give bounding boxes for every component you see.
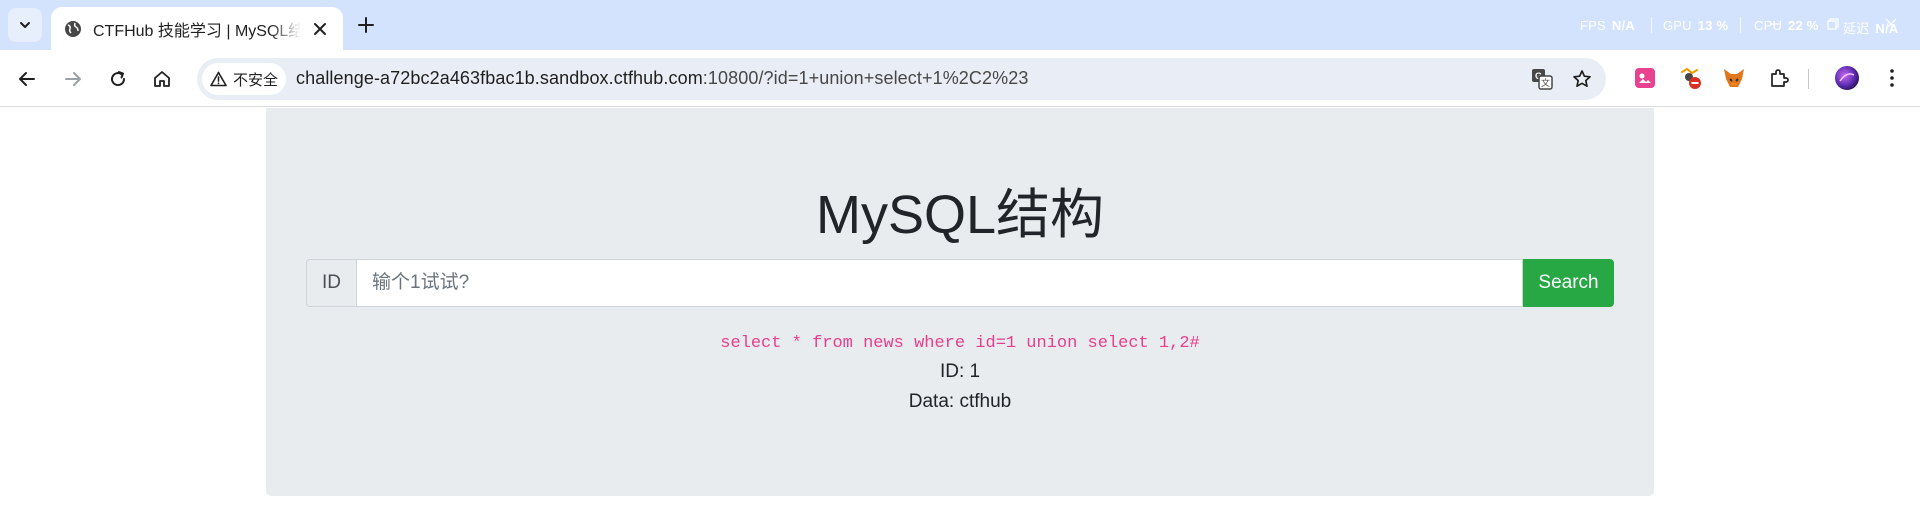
extensions-button[interactable] [1764,63,1794,93]
plus-icon [358,17,374,33]
security-label: 不安全 [233,71,279,89]
profile-avatar[interactable] [1832,63,1862,93]
kebab-menu-icon [1890,69,1894,87]
sql-query: select * from news where id=1 union sele… [720,334,1200,353]
url-text[interactable]: challenge-a72bc2a463fbac1b.sandbox.ctfhu… [296,68,1028,89]
close-icon[interactable] [309,18,331,40]
browser-toolbar: 不安全 challenge-a72bc2a463fbac1b.sandbox.c… [0,50,1920,107]
search-button[interactable]: Search [1523,259,1614,307]
web-page: MySQL结构 ID Search select * from news whe… [0,108,1920,521]
globe-icon [64,20,82,38]
restore-icon [1827,18,1839,30]
translate-button[interactable]: G 文 [1529,66,1555,92]
tab-strip: CTFHub 技能学习 | MySQL结构 FPS N/A GPU 13 % CPU… [0,0,1920,50]
browser-tab-active[interactable]: CTFHub 技能学习 | MySQL结构 [51,7,343,50]
id-label: ID [306,259,356,307]
gpu-readout: GPU 13 % [1663,18,1728,33]
result-data: Data: ctfhub [908,391,1012,412]
reload-button[interactable] [102,63,134,95]
toolbar-divider [1808,69,1809,89]
translate-icon: G 文 [1532,69,1553,90]
perf-divider [1651,17,1652,33]
minimize-button[interactable] [1764,13,1786,35]
perf-divider [1740,17,1741,33]
close-window-button[interactable] [1880,13,1902,35]
warning-icon [210,71,227,87]
latency-label: 延迟 [1843,21,1870,36]
security-chip[interactable]: 不安全 [202,63,286,95]
url-path: :10800/?id=1+union+select+1%2C2%23 [702,68,1029,88]
extension-button-fox[interactable] [1719,63,1749,93]
extension-button-blocked[interactable] [1675,63,1705,93]
page-title: MySQL结构 [815,185,1105,245]
home-icon [154,71,170,87]
back-arrow-icon [19,72,35,86]
svg-text:文: 文 [1541,77,1550,89]
forward-button[interactable] [57,63,89,95]
fps-readout: FPS N/A [1580,18,1635,33]
gpu-label: GPU [1663,18,1692,33]
pink-extension-icon [1635,68,1655,88]
home-button[interactable] [146,63,178,95]
extension-button-pink[interactable] [1630,63,1660,93]
search-form: ID Search [306,259,1614,307]
tab-title: CTFHub 技能学习 | MySQL结构 [93,22,301,40]
id-input[interactable] [356,259,1523,307]
close-icon [1885,18,1897,30]
chevron-down-icon [20,22,30,28]
reload-icon [111,71,126,87]
fps-value: N/A [1611,18,1635,33]
result-id: ID: 1 [939,361,981,382]
minimize-icon [1770,23,1780,25]
jumbotron: MySQL结构 ID Search select * from news whe… [266,108,1654,496]
fps-label: FPS [1580,18,1606,33]
back-button[interactable] [11,63,43,95]
avatar-icon [1835,66,1859,90]
address-bar[interactable]: 不安全 challenge-a72bc2a463fbac1b.sandbox.c… [197,58,1606,100]
restore-button[interactable] [1822,13,1844,35]
gpu-value: 13 % [1697,18,1729,33]
forward-arrow-icon [65,72,81,86]
browser-menu-button[interactable] [1877,63,1907,93]
fox-icon [1724,69,1744,87]
puzzle-icon [1771,69,1789,87]
bookmark-button[interactable] [1569,66,1595,92]
tab-search-button[interactable] [8,8,42,42]
star-icon [1573,70,1591,88]
cpu-value: 22 % [1788,18,1819,33]
bug-blocked-icon [1681,67,1701,89]
url-host: challenge-a72bc2a463fbac1b.sandbox.ctfhu… [296,68,703,88]
new-tab-button[interactable] [352,11,380,39]
